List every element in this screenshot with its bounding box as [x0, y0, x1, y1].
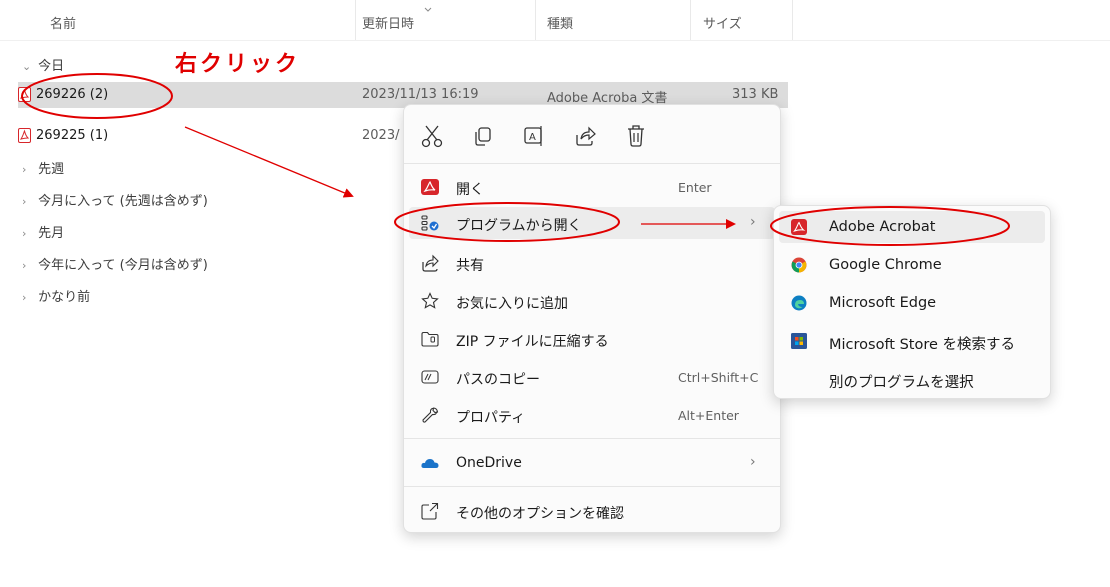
- zip-folder-icon: [421, 331, 439, 347]
- menu-separator: [404, 438, 780, 439]
- open-with-icon: [421, 215, 439, 231]
- chevron-right-icon: ›: [22, 163, 27, 176]
- group-this-month[interactable]: › 今月に入って (先週は含めず): [22, 190, 208, 209]
- path-icon: [421, 370, 439, 384]
- delete-icon[interactable]: [625, 123, 647, 149]
- chevron-right-icon: ›: [22, 227, 27, 240]
- file-name: 269226 (2): [36, 87, 109, 102]
- group-label: かなり前: [38, 290, 91, 305]
- chevron-right-icon: ›: [22, 291, 27, 304]
- menu-separator: [404, 163, 780, 164]
- group-this-year[interactable]: › 今年に入って (今月は含めず): [22, 254, 208, 273]
- group-label: 今月に入って (先週は含めず): [38, 194, 208, 209]
- menu-item-label: OneDrive: [456, 455, 522, 471]
- chrome-icon: [791, 257, 807, 273]
- submenu-item-chrome[interactable]: Google Chrome: [779, 249, 1045, 281]
- menu-item-label: ZIP ファイルに圧縮する: [456, 334, 609, 350]
- cut-icon[interactable]: [421, 123, 443, 149]
- column-name[interactable]: 名前: [50, 13, 76, 32]
- rename-icon[interactable]: A: [523, 123, 545, 149]
- submenu-item-acrobat[interactable]: Adobe Acrobat: [779, 211, 1045, 243]
- share-icon[interactable]: [574, 123, 596, 149]
- submenu-item-label: 別のプログラムを選択: [829, 375, 974, 391]
- menu-item-label: パスのコピー: [456, 372, 540, 388]
- group-long-ago[interactable]: › かなり前: [22, 286, 90, 305]
- acrobat-icon: [791, 219, 807, 235]
- submenu-item-edge[interactable]: Microsoft Edge: [779, 287, 1045, 319]
- group-last-month[interactable]: › 先月: [22, 222, 64, 241]
- menu-item-label: お気に入りに追加: [456, 296, 568, 312]
- menu-item-label: 共有: [456, 258, 484, 274]
- menu-item-more-options[interactable]: その他のオプションを確認: [404, 495, 780, 527]
- group-label: 先週: [38, 162, 65, 177]
- menu-item-add-favorite[interactable]: お気に入りに追加: [404, 285, 780, 317]
- submenu-item-label: Microsoft Store を検索する: [829, 337, 1016, 353]
- menu-item-label: その他のオプションを確認: [456, 506, 624, 522]
- chevron-down-icon: ⌄: [22, 60, 32, 73]
- file-modified: 2023/: [362, 128, 400, 143]
- svg-text:A: A: [529, 132, 536, 143]
- pdf-file-icon: [18, 87, 31, 102]
- column-divider[interactable]: [792, 0, 793, 40]
- submenu-item-store[interactable]: Microsoft Store を検索する: [779, 325, 1045, 357]
- column-header: 名前 更新日時 種類 サイズ: [0, 0, 1110, 41]
- column-modified[interactable]: 更新日時: [362, 13, 414, 32]
- group-last-week[interactable]: › 先週: [22, 158, 64, 177]
- submenu-item-label: Adobe Acrobat: [829, 219, 936, 235]
- menu-item-label: プロパティ: [456, 410, 526, 426]
- file-name: 269225 (1): [36, 128, 109, 143]
- chevron-right-icon: ›: [22, 195, 27, 208]
- open-with-submenu: Adobe Acrobat Google Chrome Microsoft Ed…: [773, 205, 1051, 399]
- submenu-item-choose-other[interactable]: 別のプログラムを選択: [779, 363, 1045, 395]
- context-menu: A 開く Enter プログラムから開く › 共有 お気に入りに追加 ZIP フ…: [403, 104, 781, 533]
- sort-caret-icon: [424, 7, 432, 12]
- file-modified: 2023/11/13 16:19: [362, 87, 479, 102]
- annotation-right-click: 右クリック: [175, 52, 301, 77]
- column-divider[interactable]: [355, 0, 356, 40]
- chevron-right-icon: ›: [750, 454, 756, 470]
- column-type[interactable]: 種類: [547, 13, 573, 32]
- chevron-right-icon: ›: [22, 259, 27, 272]
- column-divider[interactable]: [690, 0, 691, 40]
- column-divider[interactable]: [535, 0, 536, 40]
- pdf-file-icon: [18, 128, 31, 143]
- share-icon: [422, 254, 439, 272]
- chevron-right-icon: ›: [750, 214, 756, 230]
- more-options-icon: [421, 502, 439, 520]
- menu-item-copy-path[interactable]: パスのコピー Ctrl+Shift+C: [404, 361, 780, 393]
- group-label: 先月: [38, 226, 65, 241]
- group-label: 今日: [38, 59, 65, 74]
- menu-item-share[interactable]: 共有: [404, 247, 780, 279]
- group-label: 今年に入って (今月は含めず): [38, 258, 208, 273]
- menu-item-label: プログラムから開く: [456, 218, 582, 234]
- acrobat-icon: [421, 179, 439, 195]
- copy-icon[interactable]: [472, 123, 494, 149]
- menu-item-open[interactable]: 開く Enter: [404, 171, 780, 203]
- submenu-item-label: Google Chrome: [829, 257, 942, 273]
- menu-item-label: 開く: [456, 182, 484, 198]
- menu-item-properties[interactable]: プロパティ Alt+Enter: [404, 399, 780, 431]
- file-size: 313 KB: [732, 87, 779, 102]
- wrench-icon: [422, 407, 439, 423]
- menu-item-shortcut: Enter: [678, 180, 712, 195]
- group-today[interactable]: ⌄ 今日: [22, 55, 64, 74]
- menu-item-open-with[interactable]: プログラムから開く ›: [409, 207, 775, 239]
- edge-icon: [791, 295, 807, 311]
- column-size[interactable]: サイズ: [703, 13, 742, 32]
- onedrive-icon: [421, 459, 439, 468]
- menu-separator: [404, 486, 780, 487]
- store-icon: [791, 333, 807, 349]
- menu-item-shortcut: Alt+Enter: [678, 408, 739, 423]
- submenu-item-label: Microsoft Edge: [829, 295, 937, 311]
- menu-item-onedrive[interactable]: OneDrive ›: [404, 447, 780, 479]
- star-icon: [421, 292, 439, 309]
- menu-item-shortcut: Ctrl+Shift+C: [678, 370, 759, 385]
- menu-item-zip[interactable]: ZIP ファイルに圧縮する: [404, 323, 780, 355]
